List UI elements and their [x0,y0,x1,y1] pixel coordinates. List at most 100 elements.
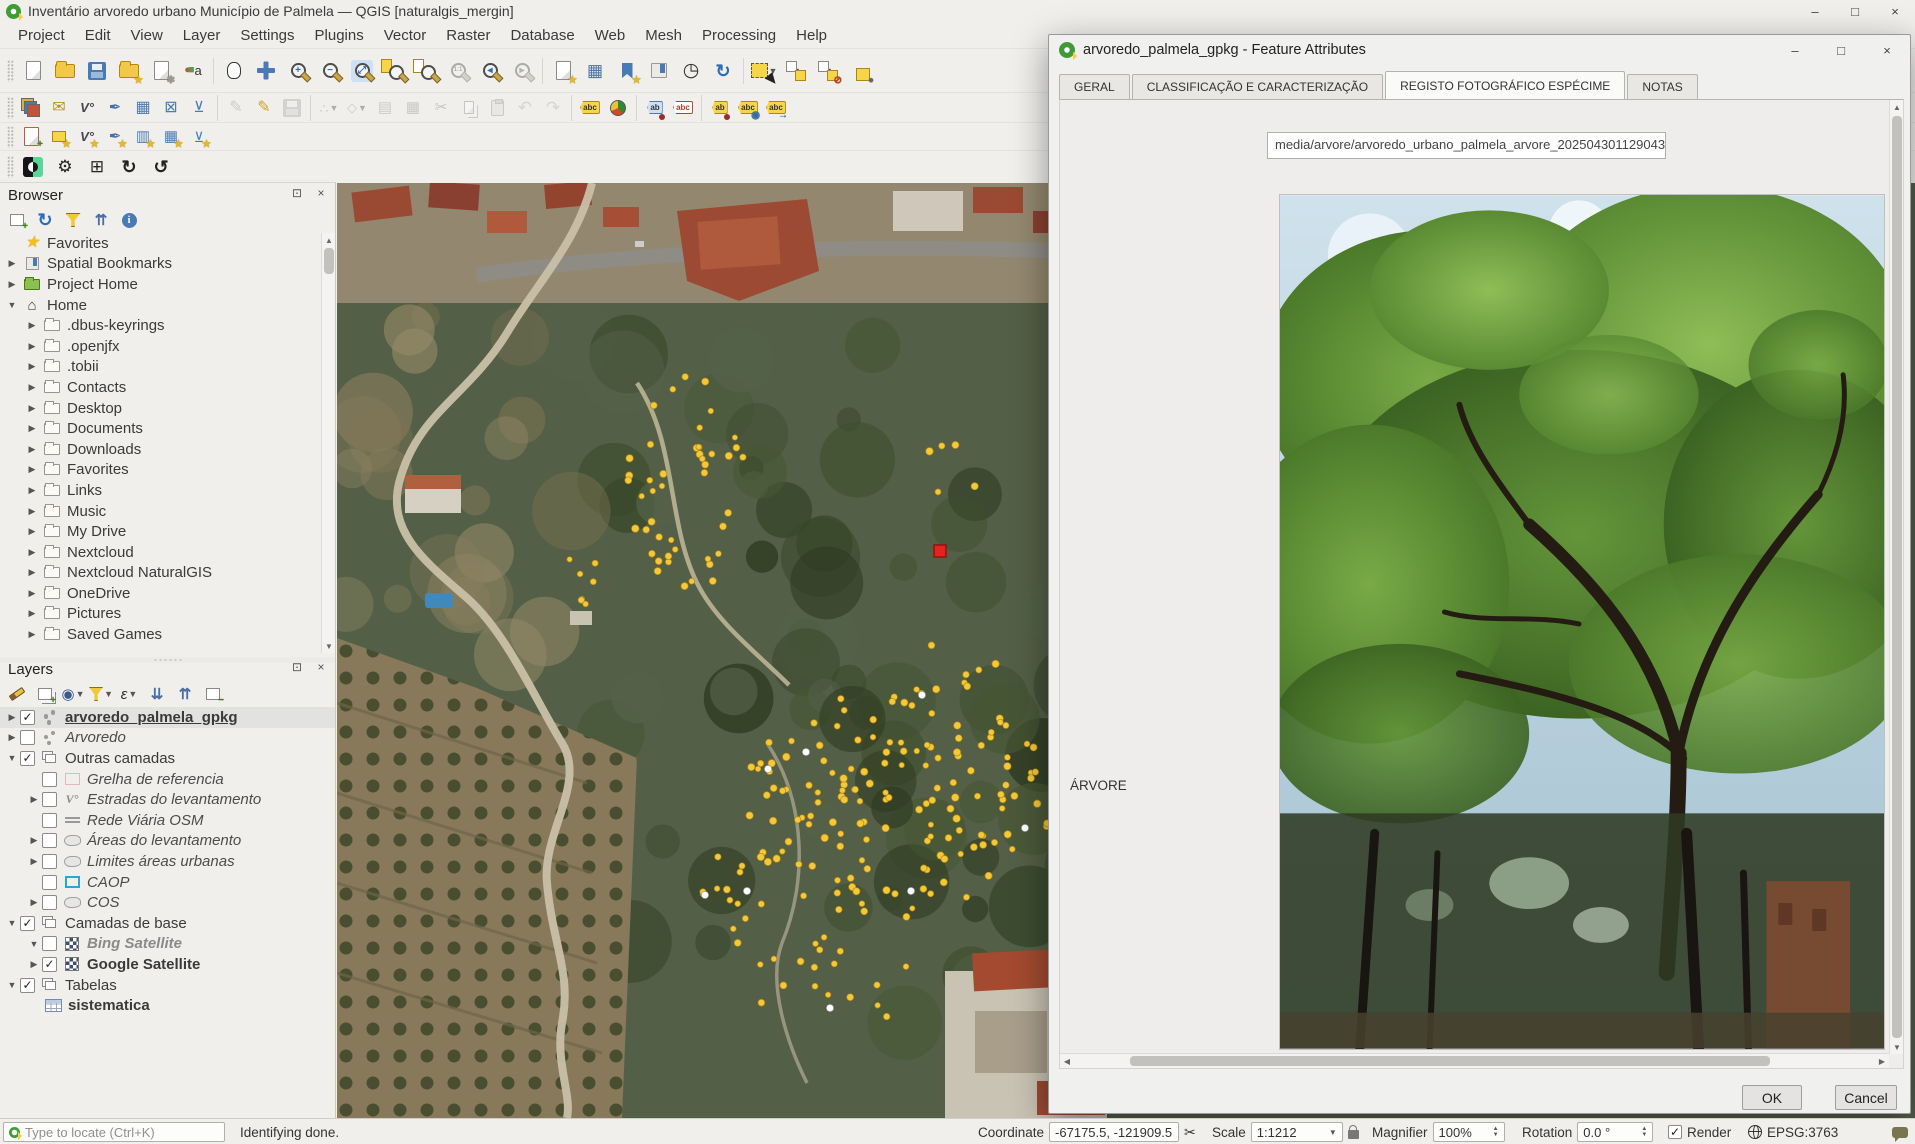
ok-button[interactable]: OK [1742,1085,1802,1110]
browser-item-favorites[interactable]: ★Favorites [0,233,318,254]
expand-all-button[interactable]: ⇊ [145,682,169,706]
expander-icon[interactable]: ▶ [24,382,40,393]
move-label-button[interactable]: ab [707,95,733,121]
browser-item-music[interactable]: ▶Music [0,501,318,522]
expander-icon[interactable]: ▼ [26,939,42,949]
expander-icon[interactable]: ▶ [24,526,40,537]
zoom-to-selection-button[interactable] [411,56,441,86]
expander-icon[interactable]: ▶ [26,856,42,867]
layer-item-tabelas[interactable]: ▼✓Tabelas [0,975,335,996]
scale-combobox[interactable]: 1:1212▼ [1251,1122,1343,1142]
add-selected-layers-button[interactable]: + [5,208,29,232]
remove-layer-button[interactable]: − [201,682,225,706]
dialog-maximize-button[interactable]: □ [1818,35,1864,65]
layer-item-sistematica[interactable]: sistematica [0,995,335,1016]
browser-item-favorites[interactable]: ▶Favorites [0,460,318,481]
toggle-editing-button[interactable]: ✎ [251,95,277,121]
menu-view[interactable]: View [121,24,173,47]
extents-toggle-icon[interactable]: ✂ [1184,1124,1196,1141]
deselect-features-button[interactable]: ⊘▼ [813,56,843,86]
cancel-button[interactable]: Cancel [1835,1085,1897,1110]
expander-icon[interactable]: ▼ [4,753,20,763]
browser-item-saved-games[interactable]: ▶Saved Games [0,624,318,645]
expander-icon[interactable]: ▶ [24,547,40,558]
new-geopackage-layer-button[interactable]: ★ [46,124,72,150]
layer-visibility-checkbox[interactable]: ✓ [20,916,35,931]
show-hide-labels-button[interactable]: abc◉ [735,95,761,121]
expander-icon[interactable]: ▶ [24,567,40,578]
expander-icon[interactable]: ▶ [4,732,20,743]
open-layer-styling-button[interactable] [5,682,29,706]
browser-item--dbus-keyrings[interactable]: ▶.dbus-keyrings [0,315,318,336]
menu-edit[interactable]: Edit [75,24,121,47]
layer-item-rede-vi-ria-osm[interactable]: Rede Viária OSM [0,810,335,831]
expander-icon[interactable]: ▶ [26,959,42,970]
layer-item-arvoredo-palmela-gpkg[interactable]: ▶✓arvoredo_palmela_gpkg [0,707,335,728]
collapse-all-button[interactable]: ⇈ [173,682,197,706]
open-mergin-project-button[interactable]: ★ [114,56,144,86]
add-mesh-layer-button[interactable]: ⊠ [158,95,184,121]
toolbar-grip[interactable] [7,97,14,119]
menu-plugins[interactable]: Plugins [305,24,374,47]
browser-item-spatial-bookmarks[interactable]: ▶Spatial Bookmarks [0,254,318,275]
menu-project[interactable]: Project [8,24,75,47]
browser-scrollbar[interactable]: ▲ ▼ [321,233,335,653]
minimize-button[interactable]: – [1795,0,1835,22]
layer-visibility-checkbox[interactable] [42,875,57,890]
select-features-by-value-button[interactable]: ▼ [781,56,811,86]
layers-close-button[interactable]: × [313,660,329,674]
browser-item-contacts[interactable]: ▶Contacts [0,377,318,398]
expander-icon[interactable]: ▶ [26,794,42,805]
crs-group[interactable]: EPSG:3763 [1748,1119,1838,1144]
tab-geral[interactable]: GERAL [1059,74,1130,99]
expander-icon[interactable]: ▶ [24,341,40,352]
browser-item-pictures[interactable]: ▶Pictures [0,604,318,625]
new-mesh-layer-button[interactable]: ▦★ [158,124,184,150]
expander-icon[interactable]: ▶ [4,279,20,290]
tab-notas[interactable]: NOTAS [1627,74,1697,99]
filter-by-expression-button[interactable]: ε▼ [117,682,141,706]
locate-search-input[interactable]: Type to locate (Ctrl+K) [3,1122,225,1142]
menu-settings[interactable]: Settings [230,24,304,47]
layer-visibility-checkbox[interactable] [42,792,57,807]
browser-item-home[interactable]: ▼⌂Home [0,295,318,316]
enable-disable-properties-button[interactable]: i [117,208,141,232]
layer-item-estradas-do-levantamento[interactable]: ▶V°Estradas do levantamento [0,789,335,810]
zoom-out-button[interactable]: − [315,56,345,86]
messages-group[interactable] [1892,1119,1908,1144]
menu-processing[interactable]: Processing [692,24,786,47]
select-features-button[interactable]: ▼ [749,56,779,86]
layer-visibility-checkbox[interactable] [42,936,57,951]
mergin-history-button[interactable]: ↺ [146,152,176,182]
collapse-all-button[interactable]: ⇈ [89,208,113,232]
style-manager-button[interactable]: ●■a [178,56,208,86]
coordinate-input[interactable]: -67175.5, -121909.5 [1049,1122,1179,1142]
layer-visibility-checkbox[interactable] [42,895,57,910]
browser-close-button[interactable]: × [313,186,329,200]
expander-icon[interactable]: ▶ [24,403,40,414]
expander-icon[interactable]: ▶ [24,588,40,599]
dialog-minimize-button[interactable]: – [1772,35,1818,65]
expander-icon[interactable]: ▶ [24,464,40,475]
browser-item-nextcloud-naturalgis[interactable]: ▶Nextcloud NaturalGIS [0,563,318,584]
add-spatialite-layer-button[interactable]: ✒ [102,95,128,121]
expander-icon[interactable]: ▶ [24,608,40,619]
layers-float-button[interactable]: ⊡ [289,660,305,674]
layout-manager-button[interactable]: ✱ [146,56,176,86]
new-project-button[interactable] [18,56,48,86]
layer-labeling-button[interactable]: abc [577,95,603,121]
expander-icon[interactable]: ▶ [4,258,20,269]
expander-icon[interactable]: ▼ [4,980,20,990]
dialog-vertical-scrollbar[interactable]: ▲ ▼ [1889,100,1903,1054]
menu-raster[interactable]: Raster [436,24,500,47]
new-map-view-button[interactable]: ★ [548,56,578,86]
zoom-in-button[interactable]: + [283,56,313,86]
temporal-controller-button[interactable]: ◷ [676,56,706,86]
browser-item-project-home[interactable]: ▶Project Home [0,274,318,295]
new-3d-map-view-button[interactable]: ▦ [580,56,610,86]
browser-item-downloads[interactable]: ▶Downloads [0,439,318,460]
browser-item-nextcloud[interactable]: ▶Nextcloud [0,542,318,563]
layer-visibility-checkbox[interactable]: ✓ [20,978,35,993]
zoom-to-layer-button[interactable] [379,56,409,86]
browser-float-button[interactable]: ⊡ [289,186,305,200]
